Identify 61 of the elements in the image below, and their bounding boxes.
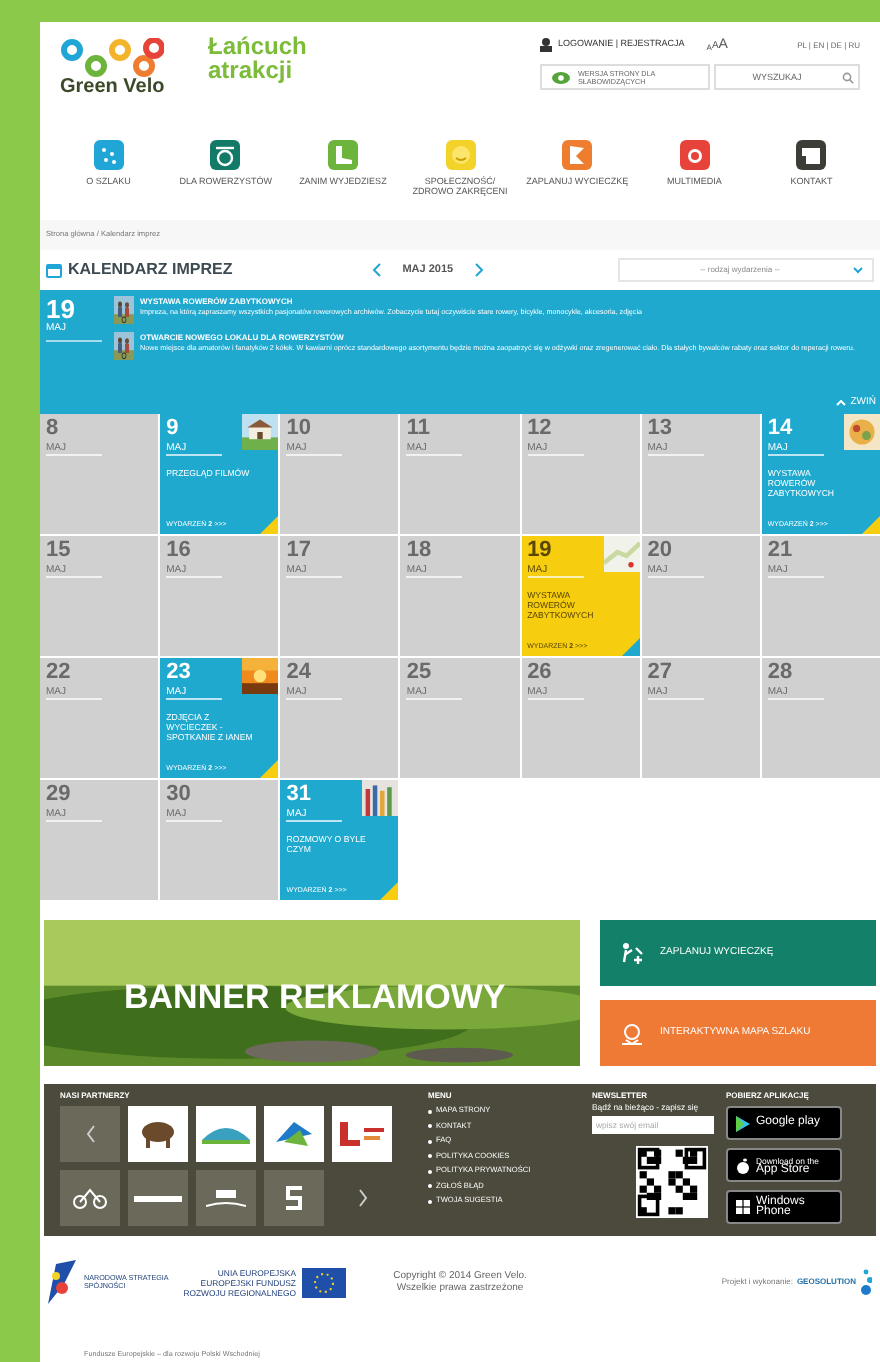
corner-triangle bbox=[260, 760, 279, 778]
chevron-left-icon bbox=[372, 262, 383, 278]
corner-triangle bbox=[260, 516, 279, 534]
user-icon bbox=[540, 38, 552, 52]
banner[interactable]: BANNER REKLAMOWY bbox=[44, 920, 580, 1066]
calendar-title: KALENDARZ IMPREZ bbox=[68, 258, 233, 282]
s-mark-logo-icon bbox=[284, 1186, 304, 1210]
chevron-right-icon bbox=[357, 1188, 367, 1208]
calendar-icon bbox=[46, 263, 62, 277]
chevron-right-icon bbox=[473, 262, 484, 278]
day-number: 30 bbox=[166, 782, 191, 808]
day-number: 15 bbox=[46, 538, 71, 564]
windows-icon bbox=[736, 1200, 750, 1214]
day-number: 31 bbox=[286, 782, 312, 808]
day-number: 21 bbox=[767, 538, 793, 564]
corner-triangle bbox=[380, 882, 399, 900]
banner-text: BANNER REKLAMOWY bbox=[124, 976, 506, 1020]
corner-triangle bbox=[621, 638, 640, 656]
day-number: 12 bbox=[527, 416, 552, 442]
cyclist-logo-icon bbox=[72, 1187, 108, 1209]
day-number: 18 bbox=[406, 538, 432, 564]
chevron-down-icon bbox=[852, 266, 864, 274]
day-number: 20 bbox=[647, 538, 672, 564]
day-number: 11 bbox=[406, 416, 431, 442]
corner-triangle bbox=[861, 516, 880, 534]
day-number: 23 bbox=[166, 660, 191, 686]
site-title: Łańcuch atrakcji bbox=[208, 34, 309, 88]
day-number: 9 bbox=[166, 416, 179, 442]
logo-text: Green Velo bbox=[60, 78, 167, 98]
stripes-logo-icon bbox=[206, 1189, 246, 1207]
nss-logo-icon bbox=[48, 1260, 76, 1304]
eye-icon bbox=[552, 71, 570, 83]
day-number: 10 bbox=[286, 416, 312, 442]
region-logo-icon bbox=[340, 1122, 384, 1146]
day-number: 8 bbox=[46, 416, 59, 442]
day-number: 24 bbox=[286, 660, 312, 686]
bird-logo-icon bbox=[276, 1122, 312, 1146]
play-triangle-icon bbox=[736, 1115, 750, 1131]
day-number: 17 bbox=[286, 538, 312, 564]
previous-month-button[interactable] bbox=[372, 262, 383, 278]
day-number: 22 bbox=[46, 660, 71, 686]
day-number: 14 bbox=[767, 416, 793, 442]
chevron-left-icon bbox=[85, 1124, 95, 1144]
day-number: 28 bbox=[767, 660, 793, 686]
search-icon[interactable] bbox=[842, 71, 854, 83]
day-number: 16 bbox=[166, 538, 191, 564]
dots-logo-icon bbox=[856, 1268, 872, 1296]
hiking-route-icon bbox=[620, 942, 644, 964]
hills-logo-icon bbox=[202, 1125, 250, 1143]
day-number: 29 bbox=[46, 782, 71, 808]
next-month-button[interactable] bbox=[473, 262, 484, 278]
eu-flag-icon bbox=[302, 1267, 346, 1297]
chevron-up-icon bbox=[836, 399, 847, 406]
day-number: 19 bbox=[527, 538, 552, 564]
day-number: 26 bbox=[527, 660, 552, 686]
day-number: 25 bbox=[406, 660, 432, 686]
chain-logo-icon bbox=[60, 38, 164, 78]
day-number: 19 bbox=[46, 296, 77, 322]
day-number: 13 bbox=[647, 416, 672, 442]
qr-code-icon bbox=[636, 1146, 708, 1219]
day-number: 27 bbox=[647, 660, 672, 686]
